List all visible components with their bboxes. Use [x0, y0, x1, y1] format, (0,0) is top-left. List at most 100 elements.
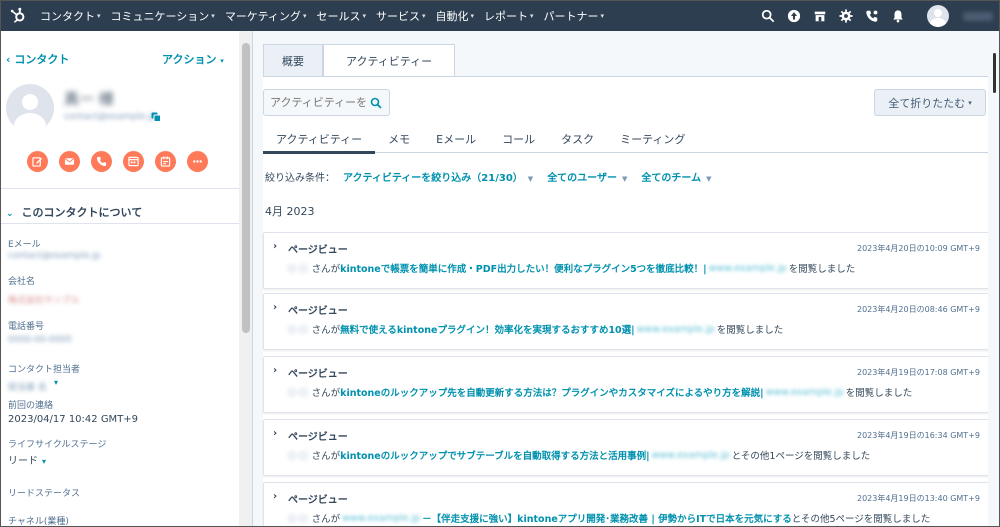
page-url[interactable]: www.example.jp	[766, 387, 844, 398]
note-button[interactable]	[27, 151, 48, 172]
chevron-down-icon: ▼	[706, 175, 712, 183]
subtab-notes[interactable]: メモ	[375, 125, 423, 153]
scrollbar-thumb[interactable]	[242, 43, 250, 333]
chevron-right-icon[interactable]: ›	[273, 428, 277, 439]
bell-icon[interactable]	[887, 1, 909, 31]
chevron-right-icon[interactable]: ›	[273, 302, 277, 313]
about-section-toggle[interactable]: ⌄ このコンタクトについて	[6, 204, 142, 220]
visitor-name: ○ ○	[288, 262, 308, 274]
visitor-name: ○ ○	[288, 512, 308, 524]
user-avatar[interactable]	[927, 5, 949, 27]
divider	[1, 188, 239, 189]
activity-time: 2023年4月19日の17:08 GMT+9	[856, 368, 980, 377]
contact-name[interactable]: 真一 様	[64, 88, 114, 109]
subtab-calls[interactable]: コール	[489, 125, 548, 153]
search-icon[interactable]	[757, 1, 779, 31]
filter-activity-dropdown[interactable]: アクティビティーを絞り込み（21/30） ▼	[343, 169, 533, 184]
page-link[interactable]: kintoneのルックアップでサブテーブルを自動取得する方法と活用事例|	[340, 448, 650, 462]
nav-sales[interactable]: セールス ▾	[311, 8, 371, 24]
task-button[interactable]	[155, 151, 176, 172]
activity-card[interactable]: › ページビュー 2023年4月19日の16:34 GMT+9 ○ ○ さんが …	[263, 419, 991, 476]
chevron-down-icon: ▾	[530, 12, 534, 20]
activity-search-input[interactable]	[270, 96, 366, 109]
page-link[interactable]: kintoneのルックアップ先を自動更新する方法は？プラグインやカスタマイズによ…	[340, 385, 764, 399]
nav-partner[interactable]: パートナー ▾	[539, 8, 610, 24]
nav-right-tools: 太郎	[755, 1, 999, 31]
activity-card[interactable]: › ページビュー 2023年4月19日の13:40 GMT+9 ○ ○ さんが …	[263, 482, 991, 526]
activity-scrollbar[interactable]	[988, 31, 999, 526]
company-property-label: 会社名	[8, 277, 36, 287]
tab-activities[interactable]: アクティビティー	[323, 44, 456, 77]
actions-dropdown[interactable]: アクション ▾	[162, 51, 224, 67]
phone-property-value[interactable]: 0000-00-0000	[8, 335, 72, 345]
copy-icon[interactable]	[151, 112, 161, 122]
email-property-value[interactable]: contact@example.jp	[8, 251, 101, 261]
gear-icon[interactable]	[835, 1, 857, 31]
activity-area: 概要 アクティビティー 全て折りたたむ▾ アクティビティー メモ Eメール コー…	[253, 31, 999, 526]
call-button[interactable]	[91, 151, 112, 172]
activity-title: ページビュー	[288, 495, 348, 506]
chevron-down-icon: ▾	[42, 457, 47, 466]
page-url[interactable]: www.example.jp	[652, 450, 730, 461]
sidebar-scrollbar[interactable]	[239, 31, 252, 526]
page-link[interactable]: 無料で使えるkintoneプラグイン！効率化を実現するおすすめ10選|	[340, 322, 635, 336]
nav-automation[interactable]: 自動化 ▾	[430, 8, 479, 24]
search-icon[interactable]	[370, 97, 382, 109]
back-to-contacts-link[interactable]: ‹ コンタクト	[6, 51, 69, 67]
user-name[interactable]: 太郎	[963, 11, 993, 21]
page-link[interactable]: kintoneで帳票を簡単に作成・PDF出力したい！便利なプラグイン5つを徹底比…	[340, 261, 707, 275]
log-activity-button[interactable]	[123, 151, 144, 172]
owner-property-label: コンタクト担当者	[8, 365, 81, 375]
chevron-right-icon[interactable]: ›	[273, 241, 277, 252]
app-frame: コンタクト ▾ コミュニケーション ▾ マーケティング ▾ セールス ▾ サービス ▾ 自…	[0, 0, 1000, 527]
page-link[interactable]: －【伴走支援に強い】kintoneアプリ開発･業務改善 | 伊勢からITで日本を…	[422, 511, 792, 525]
nav-reports[interactable]: レポート ▾	[479, 8, 539, 24]
nav-marketing[interactable]: マーケティング ▾	[220, 8, 312, 24]
page-url[interactable]: www.example.jp	[637, 324, 715, 335]
chevron-right-icon[interactable]: ›	[273, 491, 277, 502]
subtab-emails[interactable]: Eメール	[423, 125, 489, 153]
activity-time: 2023年4月20日の08:46 GMT+9	[856, 305, 980, 314]
subtab-meetings[interactable]: ミーティング	[607, 125, 698, 153]
filter-users-dropdown[interactable]: 全てのユーザー ▼	[547, 169, 627, 184]
lifecycle-stage-dropdown[interactable]: リード ▾	[8, 452, 46, 467]
visitor-name: ○ ○	[288, 386, 308, 398]
scrollbar-thumb[interactable]	[993, 53, 996, 93]
activity-title: ページビュー	[288, 369, 348, 380]
more-button[interactable]	[187, 151, 208, 172]
page-url[interactable]: www.example.jp	[342, 513, 420, 524]
collapse-all-button[interactable]: 全て折りたたむ ▾	[874, 89, 986, 116]
contact-email: contact@example.jp	[64, 112, 157, 122]
activity-time: 2023年4月20日の10:09 GMT+9	[856, 244, 980, 253]
email-button[interactable]	[59, 151, 80, 172]
visitor-name: ○ ○	[288, 449, 308, 461]
activity-card[interactable]: › ページビュー 2023年4月20日の10:09 GMT+9 ○ ○ さんが …	[263, 232, 991, 289]
chevron-down-icon[interactable]: ▾	[54, 378, 58, 387]
activity-card[interactable]: › ページビュー 2023年4月20日の08:46 GMT+9 ○ ○ さんが …	[263, 293, 991, 350]
nav-contacts[interactable]: コンタクト ▾	[35, 8, 106, 24]
last-contact-label: 前回の連絡	[8, 401, 54, 411]
filter-label: 絞り込み条件：	[265, 173, 335, 184]
nav-conversations[interactable]: コミュニケーション ▾	[106, 8, 220, 24]
calling-icon[interactable]	[861, 1, 883, 31]
hubspot-logo-icon[interactable]	[1, 1, 35, 31]
contact-action-buttons	[27, 151, 208, 172]
subtab-activities[interactable]: アクティビティー	[263, 125, 376, 154]
owner-property-value[interactable]: 担当者 名	[8, 380, 47, 393]
subtab-tasks[interactable]: タスク	[548, 125, 607, 153]
activity-title: ページビュー	[288, 306, 348, 317]
activity-card[interactable]: › ページビュー 2023年4月19日の17:08 GMT+9 ○ ○ さんが …	[263, 356, 991, 413]
nav-service[interactable]: サービス ▾	[371, 8, 431, 24]
filter-teams-dropdown[interactable]: 全てのチーム ▼	[641, 169, 711, 184]
activity-panel: 全て折りたたむ▾ アクティビティー メモ Eメール コール タスク ミーティング…	[263, 76, 991, 526]
month-heading: 4月 2023	[265, 205, 315, 218]
upgrade-icon[interactable]	[783, 1, 805, 31]
tab-overview[interactable]: 概要	[263, 44, 323, 77]
marketplace-icon[interactable]	[809, 1, 831, 31]
page-url[interactable]: www.example.jp	[709, 263, 787, 274]
activity-description: ○ ○ さんが kintoneのルックアップ先を自動更新する方法は？プラグインや…	[288, 385, 913, 400]
company-property-value[interactable]: 株式会社サンプル	[8, 293, 80, 306]
contact-avatar[interactable]	[6, 84, 54, 132]
chevron-right-icon[interactable]: ›	[273, 365, 277, 376]
lifecycle-stage-label: ライフサイクルステージ	[8, 440, 107, 450]
